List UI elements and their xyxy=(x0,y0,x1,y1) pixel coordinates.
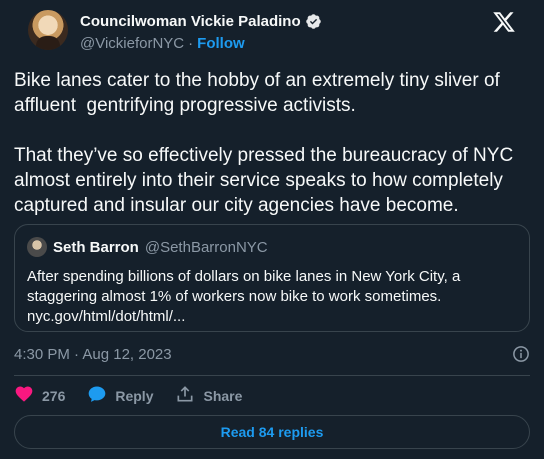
tweet-card: Councilwoman Vickie Paladino @VickieforN… xyxy=(0,0,544,459)
follow-button[interactable]: Follow xyxy=(197,35,245,52)
quoted-tweet[interactable]: Seth Barron @SethBarronNYC After spendin… xyxy=(14,224,530,332)
like-count: 276 xyxy=(42,388,66,404)
tweet-actions: 276 Reply Share xyxy=(14,384,264,408)
quoted-tweet-text: After spending billions of dollars on bi… xyxy=(27,267,517,327)
author-handle[interactable]: @VickieforNYC xyxy=(80,35,184,52)
info-icon[interactable] xyxy=(512,345,530,363)
author-display-name[interactable]: Councilwoman Vickie Paladino xyxy=(80,13,301,30)
tweet-text: Bike lanes cater to the hobby of an extr… xyxy=(14,70,514,216)
reply-label: Reply xyxy=(115,388,154,404)
like-button[interactable]: 276 xyxy=(14,384,65,409)
quoted-tweet-link[interactable]: nyc.gov/html/dot/html/... xyxy=(27,307,517,327)
separator-dot: · xyxy=(188,35,194,52)
x-logo-icon[interactable] xyxy=(492,10,516,34)
quoted-author-handle: @SethBarronNYC xyxy=(144,238,268,256)
share-icon xyxy=(175,384,195,409)
quoted-text-body: After spending billions of dollars on bi… xyxy=(27,268,461,305)
tweet-header: Councilwoman Vickie Paladino @VickieforN… xyxy=(14,0,530,62)
quoted-author-name: Seth Barron xyxy=(53,238,139,256)
avatar[interactable] xyxy=(28,10,68,50)
share-label: Share xyxy=(203,388,243,404)
heart-icon xyxy=(14,384,34,409)
verified-icon xyxy=(305,13,322,30)
quoted-tweet-header: Seth Barron @SethBarronNYC xyxy=(27,237,517,257)
author-handle-row: @VickieforNYC · Follow xyxy=(80,35,245,52)
tweet-timestamp[interactable]: 4:30 PM · Aug 12, 2023 xyxy=(14,346,172,363)
share-button[interactable]: Share xyxy=(175,384,242,409)
reply-button[interactable]: Reply xyxy=(87,384,153,409)
read-replies-button[interactable]: Read 84 replies xyxy=(14,415,530,449)
quoted-avatar xyxy=(27,237,47,257)
divider xyxy=(14,375,530,376)
author-name-row: Councilwoman Vickie Paladino xyxy=(80,13,322,30)
reply-bubble-icon xyxy=(87,384,107,409)
